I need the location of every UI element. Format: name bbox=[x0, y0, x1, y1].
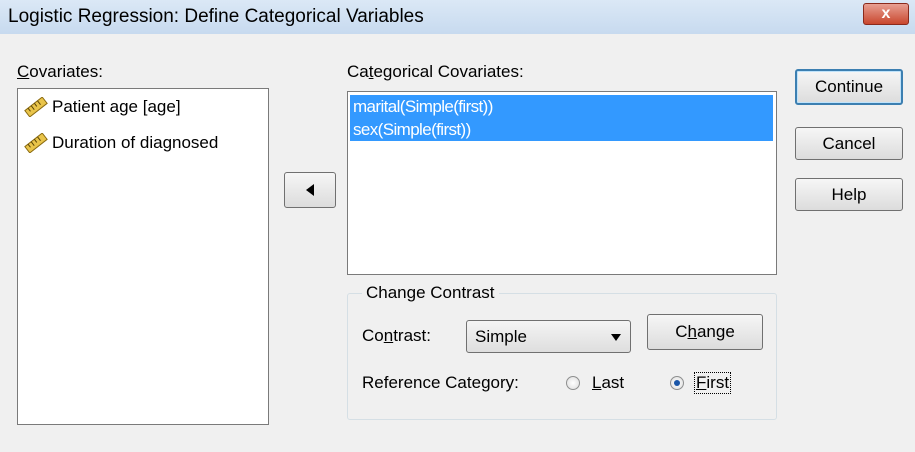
change-button[interactable]: Change bbox=[647, 314, 763, 350]
contrast-value: Simple bbox=[475, 327, 527, 346]
change-contrast-title: Change Contrast bbox=[362, 283, 499, 303]
contrast-label: Contrast: bbox=[362, 326, 431, 345]
list-item[interactable]: sex(Simple(first)) bbox=[350, 118, 773, 141]
close-button[interactable]: x bbox=[863, 3, 909, 25]
contrast-select[interactable]: Simple bbox=[466, 320, 631, 353]
first-radio[interactable] bbox=[670, 376, 684, 390]
reference-category-label: Reference Category: bbox=[362, 373, 519, 392]
covariates-list[interactable]: Patient age [age] Duration of diagnosed bbox=[17, 88, 269, 425]
categorical-covariates-label: Categorical Covariates: bbox=[347, 62, 524, 81]
chevron-down-icon bbox=[611, 334, 621, 341]
list-item[interactable]: Duration of diagnosed bbox=[24, 131, 218, 155]
list-item[interactable]: Patient age [age] bbox=[24, 95, 181, 119]
covariate-label: Duration of diagnosed bbox=[52, 133, 219, 152]
categorical-covariates-list[interactable]: marital(Simple(first)) sex(Simple(first)… bbox=[347, 91, 777, 275]
list-item[interactable]: marital(Simple(first)) bbox=[350, 95, 773, 118]
covariate-label: Patient age [age] bbox=[52, 97, 181, 116]
continue-button[interactable]: Continue bbox=[795, 69, 903, 105]
close-icon: x bbox=[881, 5, 891, 22]
title-bar: Logistic Regression: Define Categorical … bbox=[0, 0, 915, 34]
left-arrow-icon bbox=[306, 184, 314, 196]
help-button[interactable]: Help bbox=[795, 178, 903, 211]
last-radio[interactable] bbox=[566, 376, 580, 390]
first-radio-label[interactable]: First bbox=[694, 372, 732, 394]
last-radio-label[interactable]: Last bbox=[592, 373, 624, 393]
move-left-button[interactable] bbox=[284, 172, 336, 208]
covariates-label: Covariates: bbox=[17, 62, 103, 81]
change-contrast-group bbox=[347, 293, 777, 420]
cancel-button[interactable]: Cancel bbox=[795, 127, 903, 160]
window-title: Logistic Regression: Define Categorical … bbox=[8, 6, 424, 27]
ruler-scale-icon bbox=[24, 97, 48, 117]
ruler-scale-icon bbox=[24, 133, 48, 153]
